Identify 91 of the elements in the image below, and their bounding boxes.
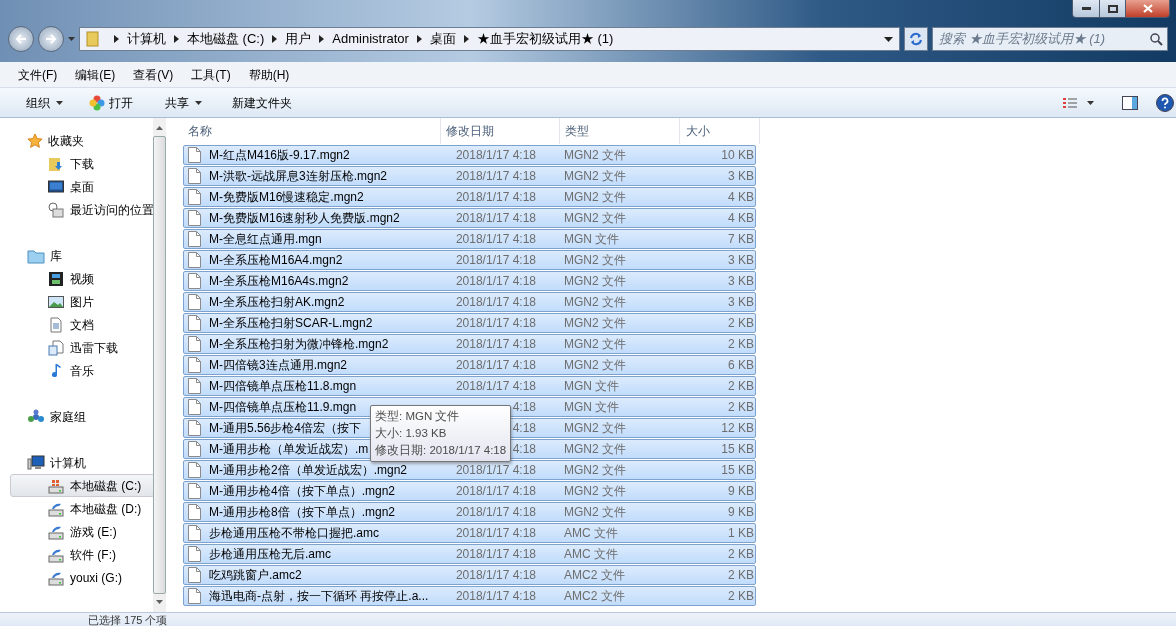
file-name: M-四倍镜单点压枪11.8.mgn bbox=[209, 378, 357, 395]
file-type: MGN2 文件 bbox=[563, 483, 627, 500]
file-name: 步枪通用压枪不带枪口握把.amc bbox=[209, 525, 379, 542]
file-size: 2 KB bbox=[727, 336, 754, 353]
file-size: 4 KB bbox=[727, 189, 754, 206]
file-type: MGN2 文件 bbox=[563, 462, 627, 479]
file-size: 10 KB bbox=[720, 147, 754, 164]
file-name: M-全系压枪扫射SCAR-L.mgn2 bbox=[209, 315, 373, 332]
file-size: 2 KB bbox=[727, 315, 754, 332]
tooltip-line: 修改日期: 2018/1/17 4:18 bbox=[375, 443, 507, 458]
file-name: M-四倍镜单点压枪11.9.mgn bbox=[209, 399, 357, 416]
file-size: 3 KB bbox=[727, 252, 754, 269]
file-type: MGN2 文件 bbox=[563, 441, 627, 458]
file-size: 12 KB bbox=[720, 420, 754, 437]
file-size: 2 KB bbox=[727, 399, 754, 416]
file-name: M-免费版M16速射秒人免费版.mgn2 bbox=[209, 210, 400, 227]
file-type: MGN2 文件 bbox=[563, 210, 627, 227]
file-name: M-四倍镜3连点通用.mgn2 bbox=[209, 357, 348, 374]
file-type: MGN 文件 bbox=[563, 231, 621, 248]
tooltip-line: 大小: 1.93 KB bbox=[375, 426, 448, 441]
file-type: MGN2 文件 bbox=[563, 357, 627, 374]
file-name: 步枪通用压枪无后.amc bbox=[209, 546, 331, 563]
date-modified: 2018/1/17 4:18 bbox=[455, 462, 536, 479]
file-size: 4 KB bbox=[727, 210, 754, 227]
date-modified: 2018/1/17 4:18 bbox=[455, 231, 536, 248]
file-name: M-通用步枪4倍（按下单点）.mgn2 bbox=[209, 483, 396, 500]
date-modified: 2018/1/17 4:18 bbox=[455, 357, 536, 374]
date-modified: 2018/1/17 4:18 bbox=[455, 210, 536, 227]
file-size: 9 KB bbox=[727, 504, 754, 521]
file-type: AMC 文件 bbox=[563, 546, 619, 563]
file-type: AMC2 文件 bbox=[563, 567, 626, 584]
file-size: 2 KB bbox=[727, 546, 754, 563]
file-name: 吃鸡跳窗户.amc2 bbox=[209, 567, 302, 584]
file-name: M-通用5.56步枪4倍宏（按下 bbox=[209, 420, 362, 437]
file-size: 6 KB bbox=[727, 357, 754, 374]
file-size: 3 KB bbox=[727, 294, 754, 311]
file-name: M-全系压枪M16A4s.mgn2 bbox=[209, 273, 349, 290]
date-modified: 2018/1/17 4:18 bbox=[455, 378, 536, 395]
file-size: 3 KB bbox=[727, 273, 754, 290]
file-size: 2 KB bbox=[727, 588, 754, 605]
file-size: 15 KB bbox=[720, 441, 754, 458]
file-name: M-洪歌-远战屏息3连射压枪.mgn2 bbox=[209, 168, 387, 185]
file-type: MGN2 文件 bbox=[563, 252, 627, 269]
file-size: 15 KB bbox=[720, 462, 754, 479]
status-text: 已选择 175 个项 bbox=[88, 613, 168, 626]
file-type: MGN2 文件 bbox=[563, 294, 627, 311]
date-modified: 2018/1/17 4:18 bbox=[455, 483, 536, 500]
date-modified: 2018/1/17 4:18 bbox=[455, 504, 536, 521]
file-type: MGN2 文件 bbox=[563, 336, 627, 353]
file-name: M-通用步枪（单发近战宏）.m bbox=[209, 441, 369, 458]
file-type: MGN2 文件 bbox=[563, 168, 627, 185]
file-type: AMC 文件 bbox=[563, 525, 619, 542]
date-modified: 2018/1/17 4:18 bbox=[455, 588, 536, 605]
file-name: 海迅电商-点射，按一下循环 再按停止.a... bbox=[209, 588, 429, 605]
file-type: MGN 文件 bbox=[563, 399, 621, 416]
file-name: M-全系压枪扫射为微冲锋枪.mgn2 bbox=[209, 336, 389, 353]
date-modified: 4:18 bbox=[512, 399, 536, 416]
file-size: 3 KB bbox=[727, 168, 754, 185]
file-type: AMC2 文件 bbox=[563, 588, 626, 605]
date-modified: 2018/1/17 4:18 bbox=[455, 252, 536, 269]
file-type: MGN2 文件 bbox=[563, 189, 627, 206]
file-type: MGN2 文件 bbox=[563, 273, 627, 290]
date-modified: 4:18 bbox=[512, 420, 536, 437]
file-size: 2 KB bbox=[727, 378, 754, 395]
date-modified: 2018/1/17 4:18 bbox=[455, 273, 536, 290]
file-type: MGN2 文件 bbox=[563, 420, 627, 437]
file-size: 7 KB bbox=[727, 231, 754, 248]
date-modified: 4:18 bbox=[512, 441, 536, 458]
file-name: M-通用步枪2倍（单发近战宏）.mgn2 bbox=[209, 462, 408, 479]
date-modified: 2018/1/17 4:18 bbox=[455, 147, 536, 164]
date-modified: 2018/1/17 4:18 bbox=[455, 189, 536, 206]
date-modified: 2018/1/17 4:18 bbox=[455, 546, 536, 563]
file-name: M-全系压枪M16A4.mgn2 bbox=[209, 252, 343, 269]
file-size: 2 KB bbox=[727, 567, 754, 584]
file-name: M-红点M416版-9.17.mgn2 bbox=[209, 147, 350, 164]
file-type: MGN 文件 bbox=[563, 378, 621, 395]
date-modified: 2018/1/17 4:18 bbox=[455, 525, 536, 542]
file-size: 1 KB bbox=[727, 525, 754, 542]
date-modified: 2018/1/17 4:18 bbox=[455, 168, 536, 185]
file-name: M-通用步枪8倍（按下单点）.mgn2 bbox=[209, 504, 396, 521]
file-type: MGN2 文件 bbox=[563, 504, 627, 521]
file-type: MGN2 文件 bbox=[563, 147, 627, 164]
file-name: M-全系压枪扫射AK.mgn2 bbox=[209, 294, 345, 311]
date-modified: 2018/1/17 4:18 bbox=[455, 567, 536, 584]
date-modified: 2018/1/17 4:18 bbox=[455, 315, 536, 332]
date-modified: 2018/1/17 4:18 bbox=[455, 336, 536, 353]
file-size: 9 KB bbox=[727, 483, 754, 500]
file-type: MGN2 文件 bbox=[563, 315, 627, 332]
file-name: M-全息红点通用.mgn bbox=[209, 231, 322, 248]
date-modified: 2018/1/17 4:18 bbox=[455, 294, 536, 311]
file-name: M-免费版M16慢速稳定.mgn2 bbox=[209, 189, 364, 206]
